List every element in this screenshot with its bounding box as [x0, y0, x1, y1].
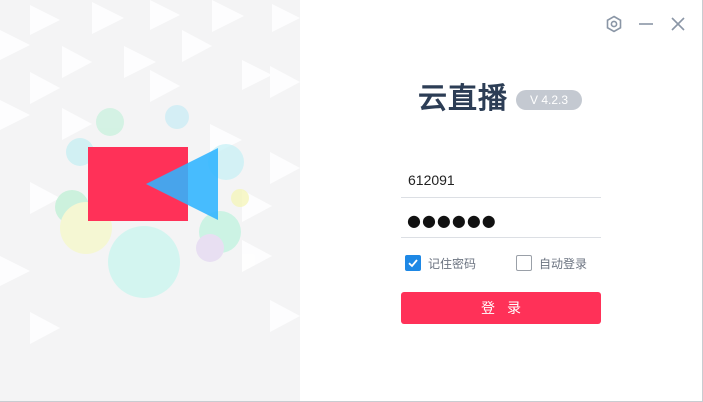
version-badge: V 4.2.3	[516, 90, 583, 110]
account-field[interactable]	[401, 162, 601, 198]
checkmark-icon	[408, 259, 418, 268]
login-window: 云直播 V 4.2.3 ●●●●●● 记住密码 自动登录 登录	[0, 0, 703, 402]
remember-password-label: 记住密码	[428, 256, 477, 271]
login-panel: 云直播 V 4.2.3 ●●●●●● 记住密码 自动登录 登录	[300, 0, 702, 401]
password-field[interactable]: ●●●●●●	[401, 202, 601, 238]
account-input[interactable]	[401, 162, 601, 197]
minimize-icon	[639, 23, 653, 25]
settings-button[interactable]	[603, 13, 625, 35]
close-icon	[671, 17, 685, 31]
close-button[interactable]	[667, 13, 689, 35]
remember-password-checkbox[interactable]	[405, 255, 421, 271]
auto-login-checkbox[interactable]	[516, 255, 532, 271]
auto-login-option[interactable]: 自动登录	[516, 254, 587, 272]
background-triangle-pattern	[0, 0, 300, 344]
auto-login-label: 自动登录	[539, 256, 588, 271]
app-title: 云直播	[418, 81, 509, 115]
remember-password-option[interactable]: 记住密码	[405, 254, 476, 272]
brand-header: 云直播 V 4.2.3	[418, 80, 583, 116]
settings-icon	[606, 15, 622, 33]
password-input[interactable]: ●●●●●●	[407, 211, 497, 231]
login-button[interactable]: 登录	[401, 292, 601, 324]
minimize-button[interactable]	[635, 13, 657, 35]
illustration-panel	[0, 0, 300, 401]
